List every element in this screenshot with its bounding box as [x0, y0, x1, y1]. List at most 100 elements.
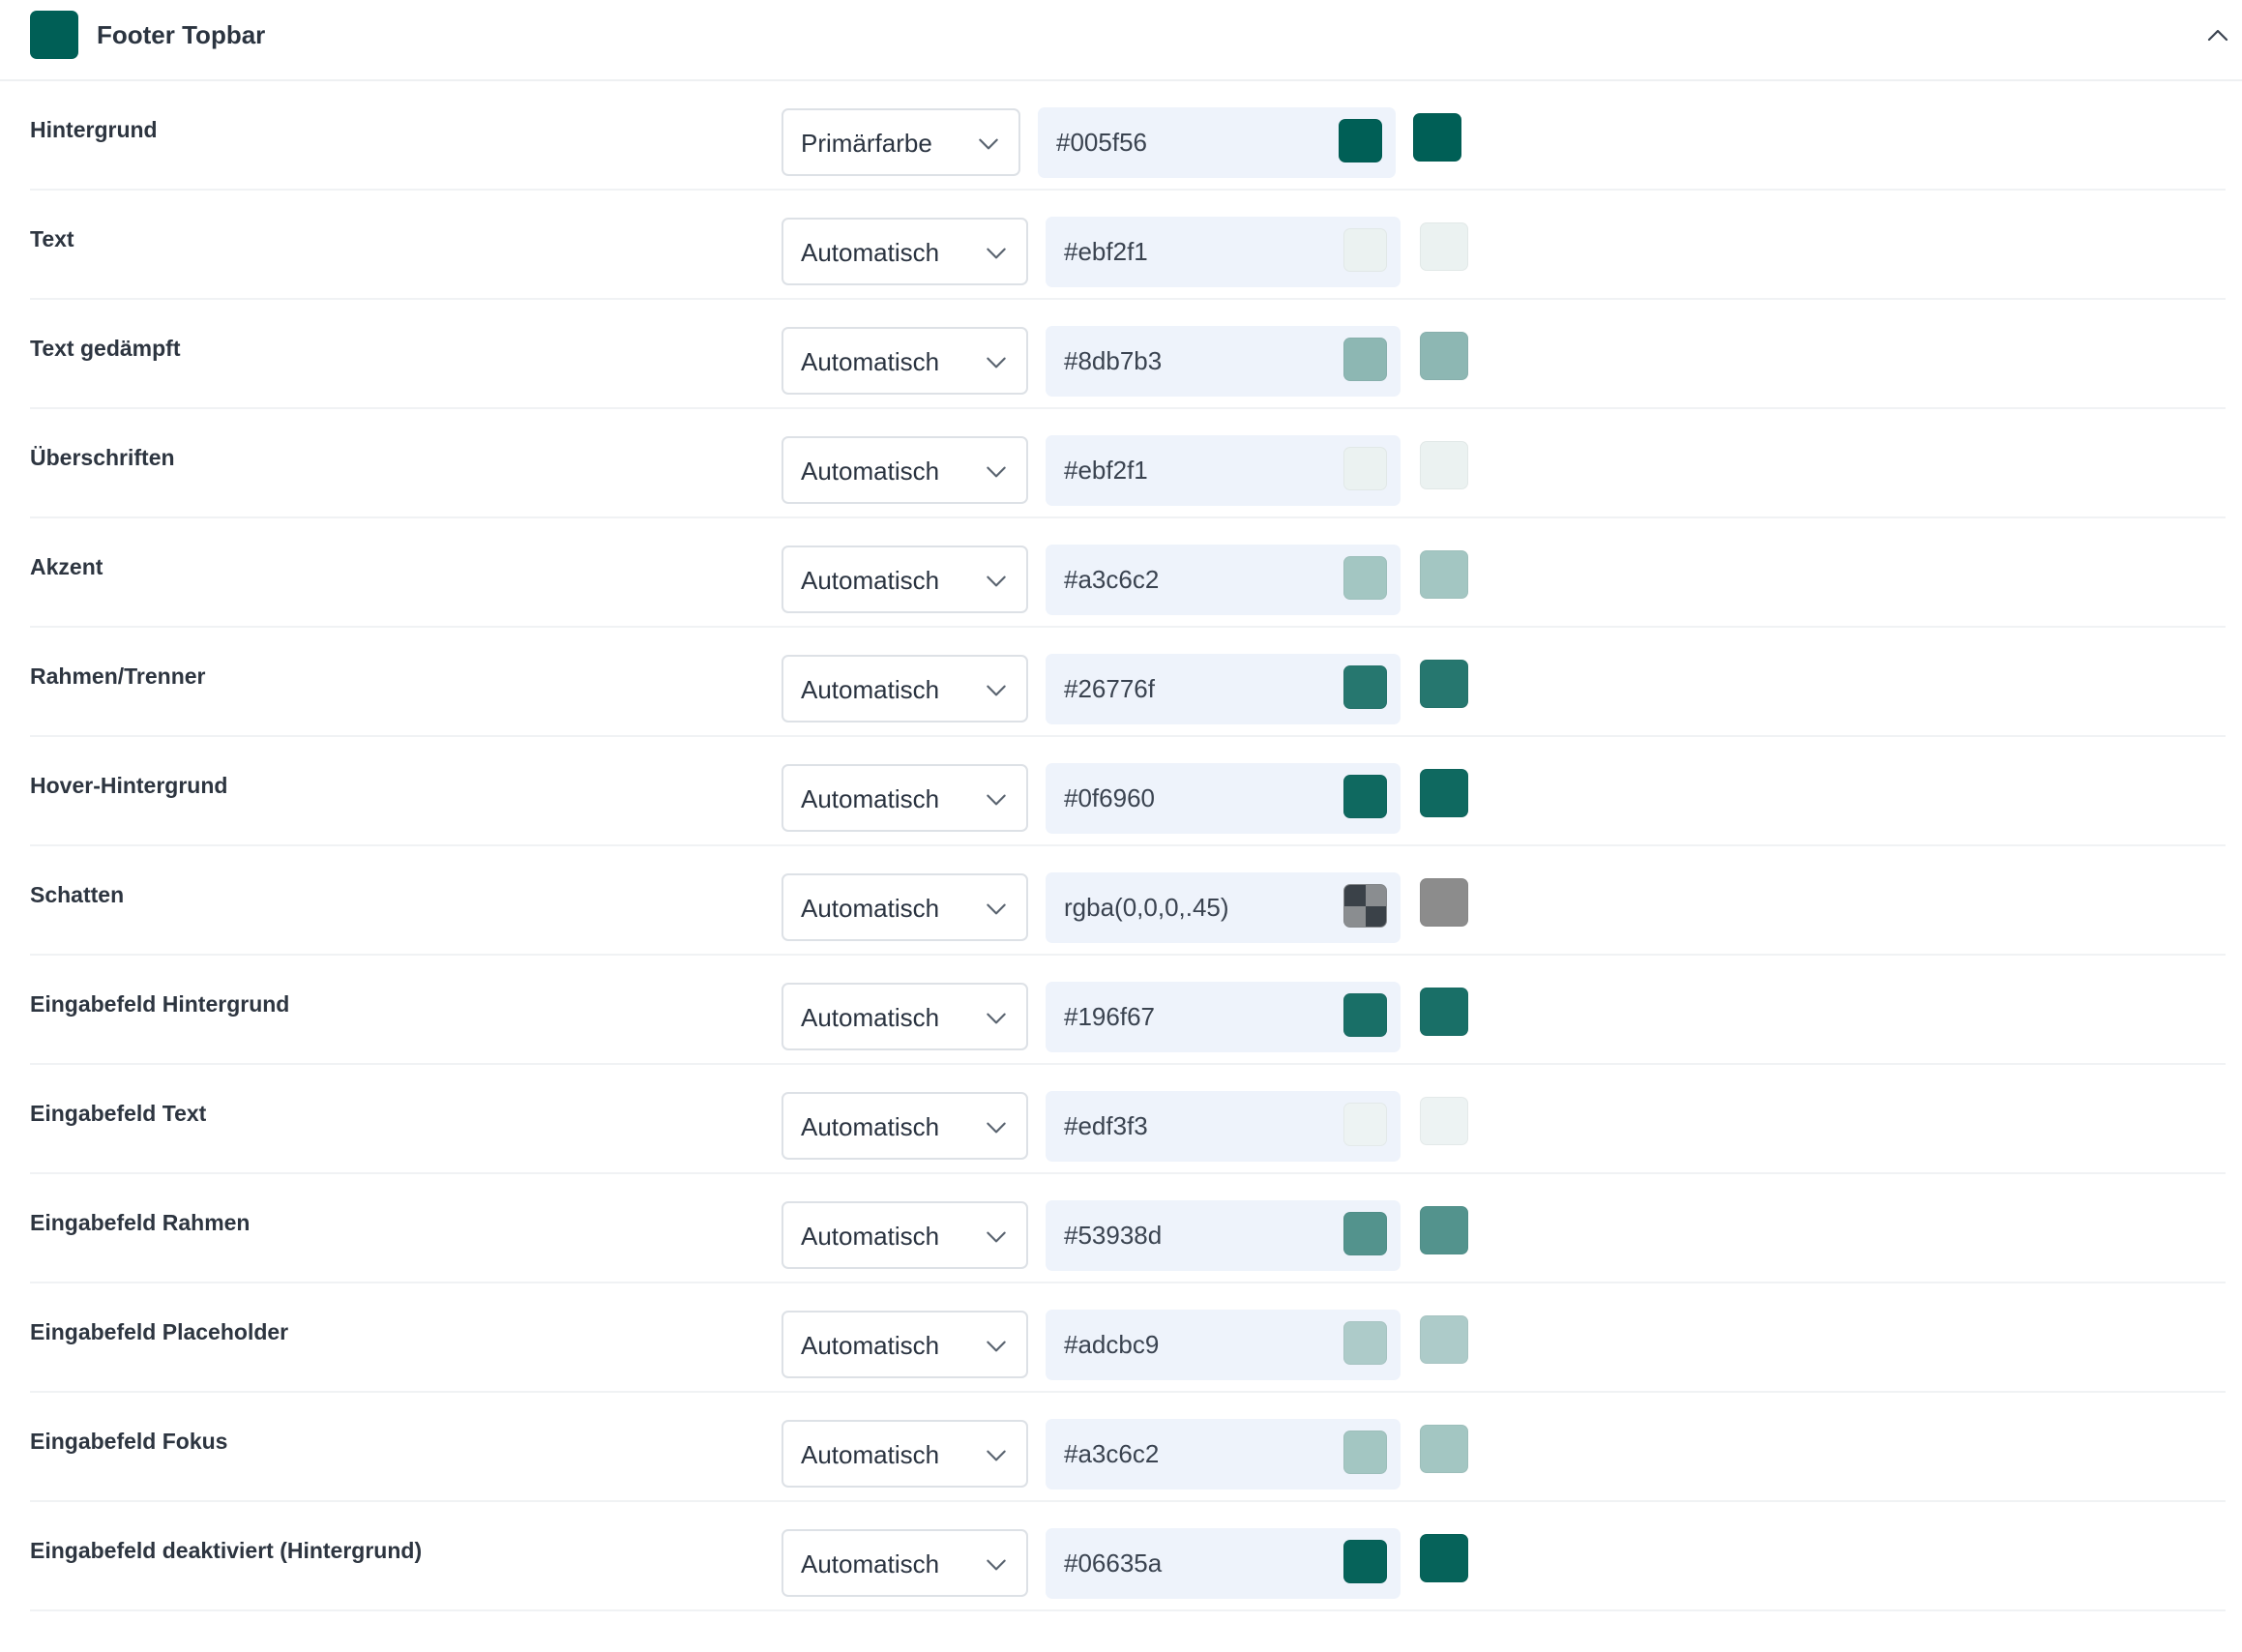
- chevron-down-icon: [987, 685, 1006, 696]
- color-value-input[interactable]: #0f6960: [1046, 763, 1401, 834]
- color-picker-swatch[interactable]: [1343, 1431, 1387, 1474]
- color-mode-select[interactable]: Automatisch: [782, 764, 1028, 832]
- chevron-down-icon: [979, 138, 998, 150]
- color-mode-value: Automatisch: [801, 1440, 940, 1469]
- color-setting-row: Text Automatisch #ebf2f1: [30, 191, 2226, 300]
- color-picker-swatch[interactable]: [1343, 993, 1387, 1037]
- color-settings-list: Hintergrund Primärfarbe #005f56 Text Automat…: [0, 81, 2242, 1611]
- chevron-down-icon: [987, 794, 1006, 806]
- color-picker-swatch[interactable]: [1343, 338, 1387, 381]
- color-mode-select[interactable]: Primärfarbe: [782, 108, 1020, 176]
- color-mode-select[interactable]: Automatisch: [782, 218, 1028, 285]
- color-value-input[interactable]: rgba(0,0,0,.45): [1046, 872, 1401, 943]
- color-setting-row: Eingabefeld Fokus Automatisch #a3c6c2: [30, 1393, 2226, 1502]
- color-value-input[interactable]: #196f67: [1046, 982, 1401, 1052]
- color-preview-swatch[interactable]: [1420, 1097, 1468, 1145]
- color-preview-swatch[interactable]: [1420, 660, 1468, 708]
- color-mode-value: Automatisch: [801, 1222, 940, 1251]
- color-setting-row: Eingabefeld Placeholder Automatisch #adcbc…: [30, 1283, 2226, 1393]
- color-mode-select[interactable]: Automatisch: [782, 546, 1028, 613]
- color-preview-swatch[interactable]: [1420, 769, 1468, 817]
- color-preview-swatch[interactable]: [1420, 222, 1468, 271]
- color-value-text: #adcbc9: [1064, 1330, 1160, 1359]
- color-mode-value: Primärfarbe: [801, 129, 932, 158]
- color-preview-swatch[interactable]: [1420, 332, 1468, 380]
- color-mode-select[interactable]: Automatisch: [782, 436, 1028, 504]
- color-mode-select[interactable]: Automatisch: [782, 655, 1028, 723]
- color-value-text: #06635a: [1064, 1549, 1163, 1578]
- color-value-text: #005f56: [1056, 128, 1147, 157]
- color-preview-swatch[interactable]: [1420, 441, 1468, 489]
- color-picker-swatch[interactable]: [1339, 119, 1382, 162]
- color-preview-swatch[interactable]: [1420, 1425, 1468, 1473]
- color-value-text: #a3c6c2: [1064, 1439, 1160, 1468]
- color-mode-select[interactable]: Automatisch: [782, 1420, 1028, 1488]
- color-picker-swatch[interactable]: [1343, 447, 1387, 490]
- color-value-input[interactable]: #adcbc9: [1046, 1310, 1401, 1380]
- color-mode-select[interactable]: Automatisch: [782, 327, 1028, 395]
- color-picker-swatch[interactable]: [1343, 1103, 1387, 1146]
- color-setting-row: Eingabefeld Rahmen Automatisch #53938d: [30, 1174, 2226, 1283]
- color-picker-swatch[interactable]: [1343, 775, 1387, 818]
- color-preview-swatch[interactable]: [1413, 113, 1461, 162]
- color-value-text: #26776f: [1064, 674, 1155, 703]
- color-mode-select[interactable]: Automatisch: [782, 1201, 1028, 1269]
- chevron-down-icon: [987, 1341, 1006, 1352]
- color-value-text: #ebf2f1: [1064, 456, 1148, 485]
- color-preview-swatch[interactable]: [1420, 1206, 1468, 1254]
- color-mode-select[interactable]: Automatisch: [782, 1092, 1028, 1160]
- color-value-input[interactable]: #8db7b3: [1046, 326, 1401, 397]
- color-value-input[interactable]: #53938d: [1046, 1200, 1401, 1271]
- color-preview-swatch[interactable]: [1420, 550, 1468, 599]
- color-preview-swatch[interactable]: [1420, 878, 1468, 927]
- chevron-down-icon: [987, 575, 1006, 587]
- panel-header[interactable]: Footer Topbar: [0, 0, 2242, 81]
- color-value-text: #edf3f3: [1064, 1111, 1148, 1140]
- color-mode-select[interactable]: Automatisch: [782, 1311, 1028, 1378]
- panel-title: Footer Topbar: [97, 20, 266, 49]
- collapse-button[interactable]: [2201, 19, 2234, 52]
- color-value-input[interactable]: #005f56: [1038, 107, 1396, 178]
- color-picker-swatch[interactable]: [1343, 665, 1387, 709]
- color-setting-row: Überschriften Automatisch #ebf2f1: [30, 409, 2226, 518]
- color-setting-row: Eingabefeld deaktiviert (Hintergrund) Aut…: [30, 1502, 2226, 1611]
- color-value-input[interactable]: #edf3f3: [1046, 1091, 1401, 1162]
- chevron-up-icon: [2207, 29, 2228, 42]
- color-picker-swatch[interactable]: [1343, 884, 1387, 928]
- color-value-input[interactable]: #a3c6c2: [1046, 545, 1401, 615]
- color-mode-select[interactable]: Automatisch: [782, 1529, 1028, 1597]
- color-picker-swatch[interactable]: [1343, 556, 1387, 600]
- color-preview-swatch[interactable]: [1420, 988, 1468, 1036]
- color-value-input[interactable]: #a3c6c2: [1046, 1419, 1401, 1490]
- setting-label: Eingabefeld Hintergrund: [30, 991, 290, 1017]
- color-value-input[interactable]: #26776f: [1046, 654, 1401, 724]
- color-value-text: #8db7b3: [1064, 346, 1163, 375]
- chevron-down-icon: [987, 1231, 1006, 1243]
- color-picker-swatch[interactable]: [1343, 1321, 1387, 1365]
- color-mode-value: Automatisch: [801, 1112, 940, 1141]
- chevron-down-icon: [987, 248, 1006, 259]
- setting-label: Hintergrund: [30, 117, 158, 142]
- color-picker-swatch[interactable]: [1343, 1540, 1387, 1583]
- setting-label: Text: [30, 226, 74, 251]
- color-mode-select[interactable]: Automatisch: [782, 873, 1028, 941]
- color-setting-row: Eingabefeld Hintergrund Automatisch #196f6…: [30, 956, 2226, 1065]
- color-mode-select[interactable]: Automatisch: [782, 983, 1028, 1050]
- setting-label: Eingabefeld Text: [30, 1101, 207, 1126]
- color-value-input[interactable]: #06635a: [1046, 1528, 1401, 1599]
- color-preview-swatch[interactable]: [1420, 1315, 1468, 1364]
- color-picker-swatch[interactable]: [1343, 1212, 1387, 1255]
- color-value-input[interactable]: #ebf2f1: [1046, 217, 1401, 287]
- color-value-text: rgba(0,0,0,.45): [1064, 893, 1229, 922]
- setting-label: Eingabefeld Rahmen: [30, 1210, 251, 1235]
- color-value-text: #0f6960: [1064, 783, 1155, 812]
- setting-label: Eingabefeld deaktiviert (Hintergrund): [30, 1538, 423, 1563]
- color-value-text: #ebf2f1: [1064, 237, 1148, 266]
- chevron-down-icon: [987, 1013, 1006, 1024]
- color-mode-value: Automatisch: [801, 238, 940, 267]
- color-setting-row: Eingabefeld Text Automatisch #edf3f3: [30, 1065, 2226, 1174]
- color-value-input[interactable]: #ebf2f1: [1046, 435, 1401, 506]
- color-value-text: #196f67: [1064, 1002, 1155, 1031]
- color-picker-swatch[interactable]: [1343, 228, 1387, 272]
- color-preview-swatch[interactable]: [1420, 1534, 1468, 1582]
